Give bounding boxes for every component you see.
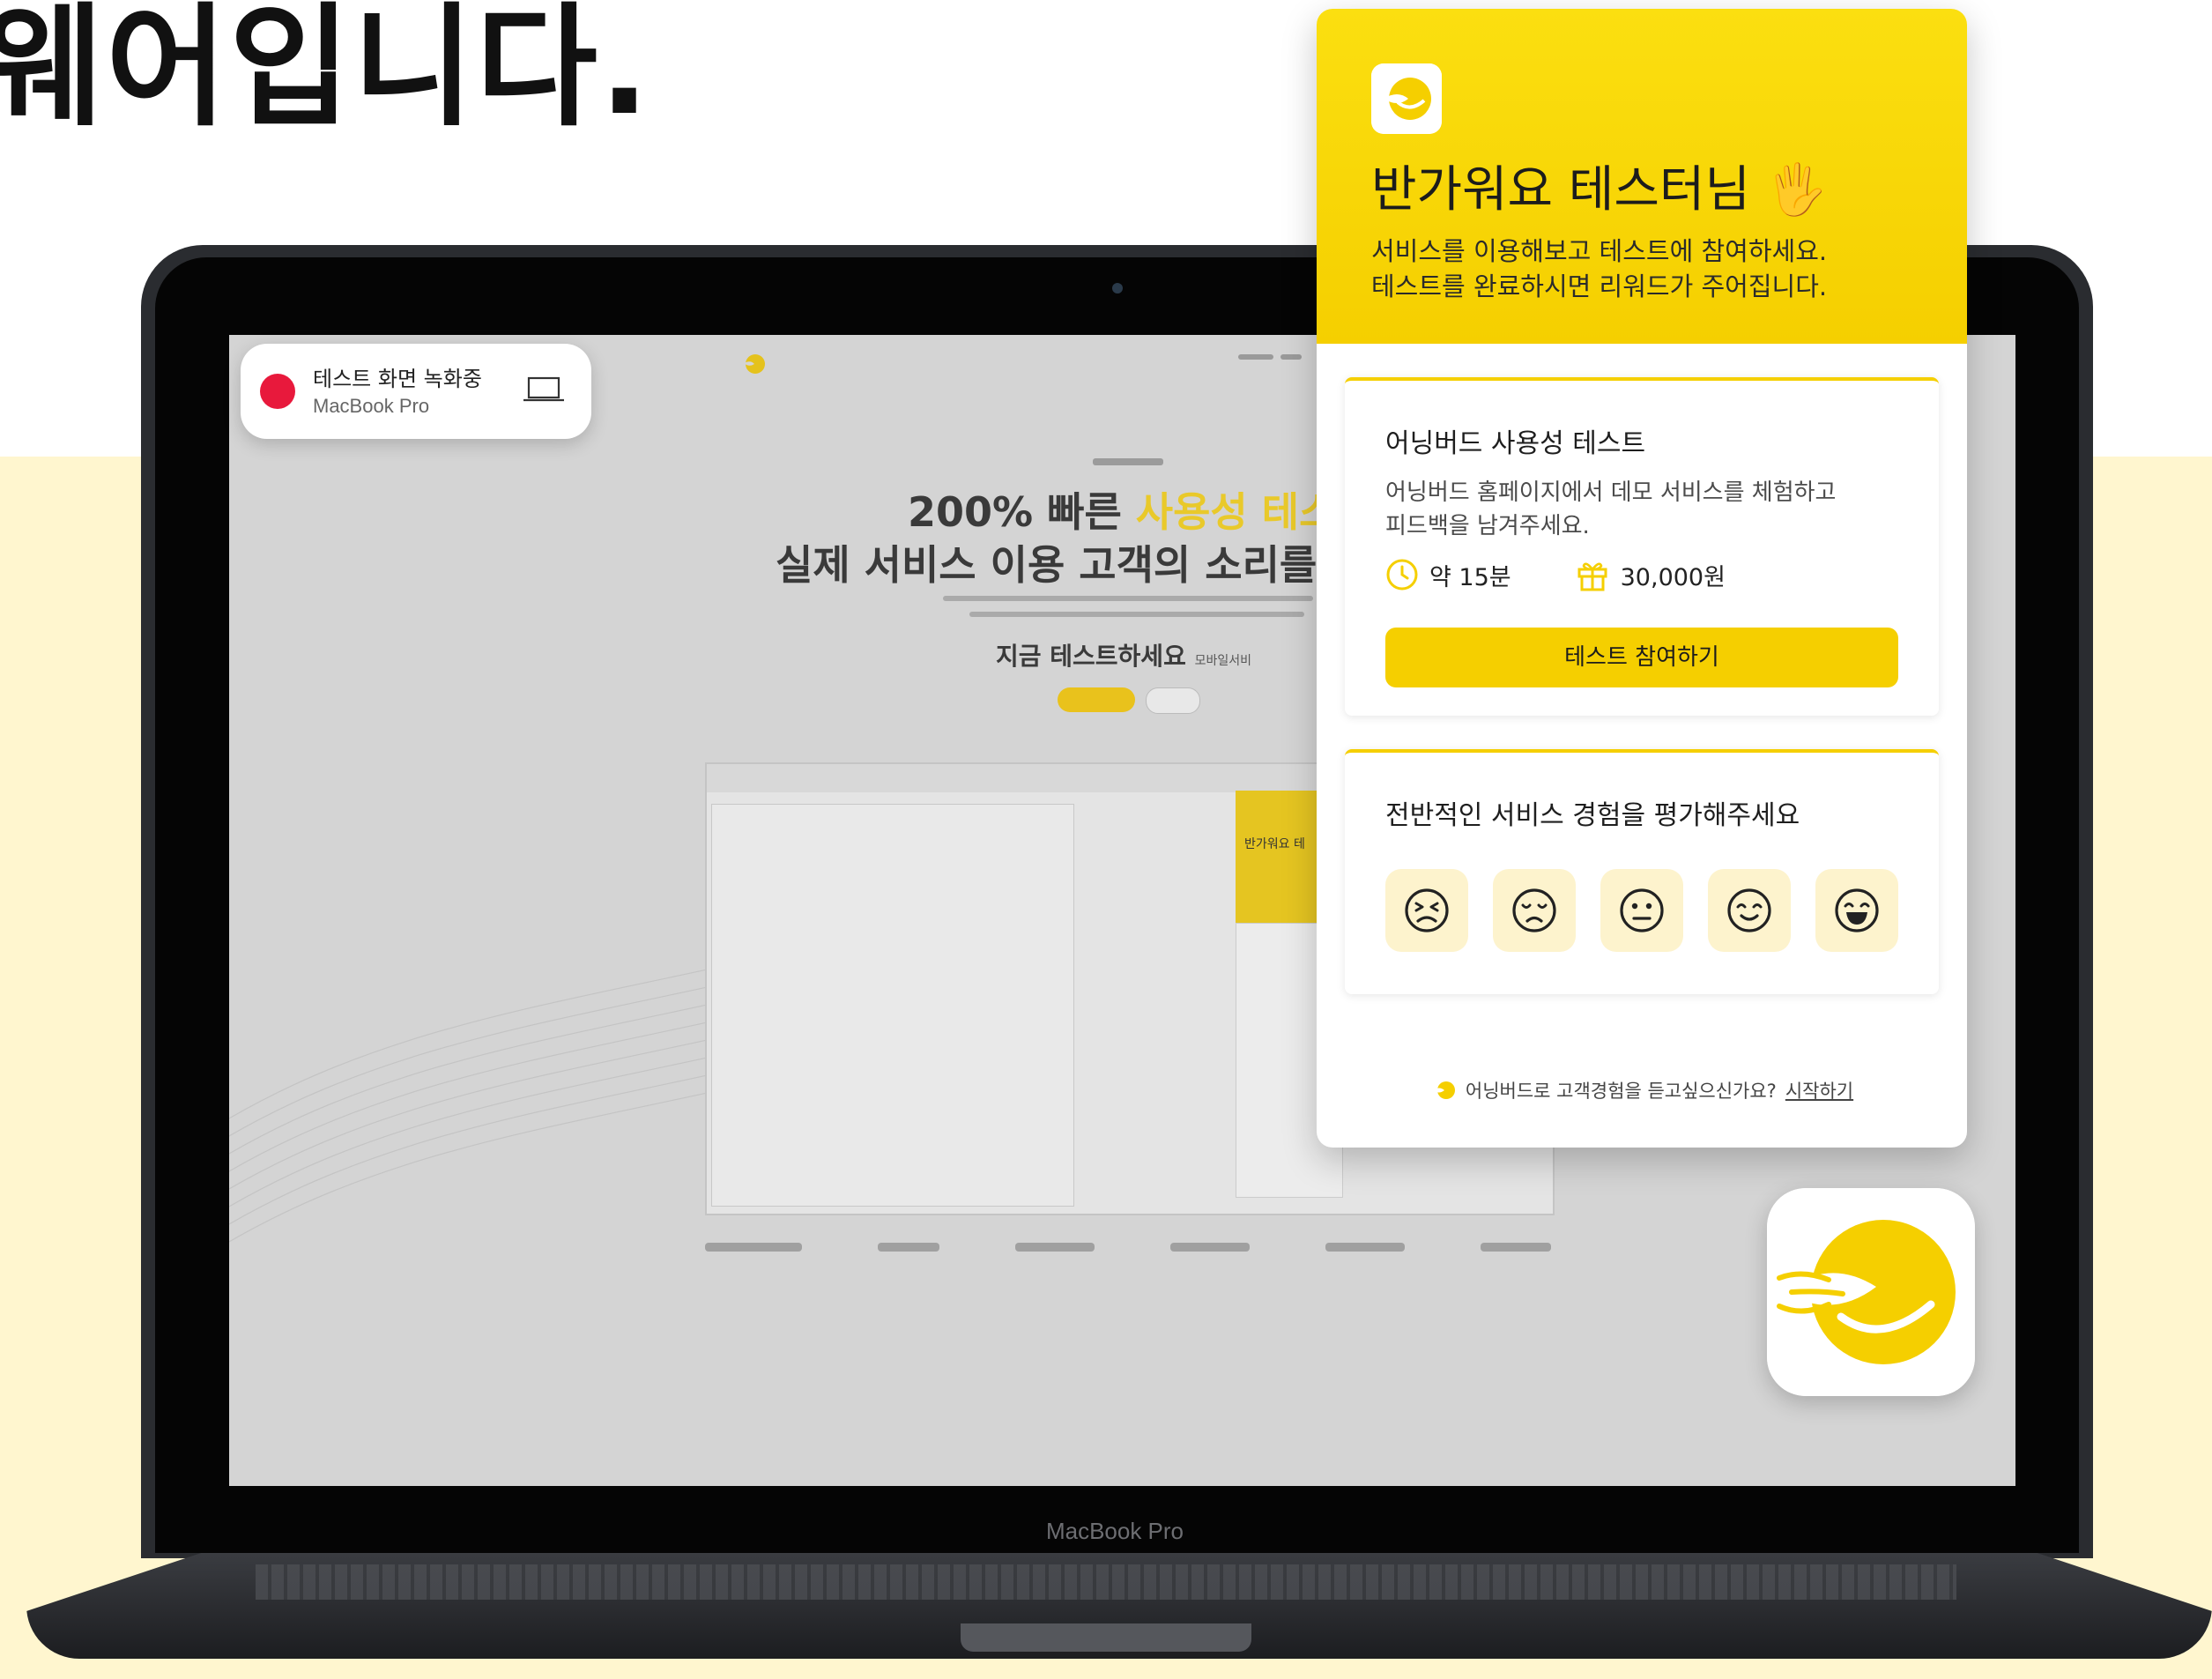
- test-card: 어닝버드 사용성 테스트 어닝버드 홈페이지에서 데모 서비스를 체험하고 피드…: [1345, 377, 1939, 716]
- site-cta-text: 지금 테스트하세요: [996, 642, 1186, 671]
- test-duration: 약 15분: [1385, 558, 1511, 592]
- test-card-title: 어닝버드 사용성 테스트: [1385, 428, 1646, 459]
- panel-description-line: 테스트를 완료하시면 리워드가 주어집니다.: [1371, 271, 1828, 301]
- partner-logo: [878, 1243, 939, 1252]
- rating-option-4[interactable]: [1708, 869, 1791, 952]
- site-nav: [1238, 354, 1309, 365]
- brand-mini-logo-icon: [1432, 1081, 1455, 1099]
- site-headline-highlight: 사용성 테스: [1135, 488, 1337, 536]
- sad-face-icon: [1512, 888, 1556, 932]
- grin-face-icon: [1835, 888, 1879, 932]
- camera-icon: [1112, 283, 1123, 293]
- site-headline-1: 200% 빠른 사용성 테스: [908, 480, 1336, 539]
- partner-logo: [705, 1243, 802, 1252]
- page-headline: 웨어입니다.: [0, 0, 651, 145]
- site-body-line: [943, 596, 1313, 601]
- gift-icon: [1577, 562, 1607, 591]
- tester-panel: 반가워요 테스터님 🖐 서비스를 이용해보고 테스트에 참여하세요. 테스트를 …: [1317, 9, 1967, 1148]
- site-partner-logos: [705, 1234, 1551, 1260]
- laptop-keyboard-edge: [256, 1564, 1956, 1600]
- partner-logo: [1325, 1243, 1405, 1252]
- rating-faces: [1385, 869, 1898, 952]
- rating-option-1[interactable]: [1385, 869, 1468, 952]
- laptop-notch: [961, 1623, 1251, 1652]
- brand-logo-icon: [1371, 63, 1442, 134]
- footer-text: 어닝버드로 고객경험을 듣고싶으신가요?: [1465, 1081, 1777, 1102]
- site-headline-prefix: 200% 빠른: [908, 488, 1122, 536]
- mockup-pane: [711, 804, 1074, 1207]
- test-card-description-line: 어닝버드 홈페이지에서 데모 서비스를 체험하고: [1385, 479, 1837, 506]
- smile-face-icon: [1727, 888, 1771, 932]
- site-headline-2: 실제 서비스 이용 고객의 소리를 수: [776, 541, 1369, 589]
- record-dot-icon: [260, 374, 295, 409]
- test-card-meta: 약 15분 30,000원: [1385, 557, 1726, 592]
- test-reward: 30,000원: [1575, 557, 1726, 592]
- clock-icon: [1386, 559, 1418, 591]
- test-card-description-line: 피드백을 남겨주세요.: [1385, 513, 1590, 539]
- recording-device: MacBook Pro: [313, 395, 430, 417]
- rating-card: 전반적인 서비스 경험을 평가해주세요: [1345, 749, 1939, 994]
- panel-footer: 어닝버드로 고객경험을 듣고싶으신가요? 시작하기: [1317, 1077, 1967, 1103]
- recording-title: 테스트 화면 녹화중: [313, 367, 482, 391]
- panel-description: 서비스를 이용해보고 테스트에 참여하세요. 테스트를 완료하시면 리워드가 주…: [1371, 234, 1827, 304]
- app-logo-icon: [1767, 1188, 1975, 1396]
- site-cta-heading: 지금 테스트하세요 모바일서비: [996, 637, 1251, 672]
- site-logo-icon: [744, 354, 765, 374]
- start-link[interactable]: 시작하기: [1785, 1077, 1853, 1103]
- partner-logo: [1170, 1243, 1250, 1252]
- laptop-icon: [523, 376, 564, 402]
- panel-header: 반가워요 테스터님 🖐 서비스를 이용해보고 테스트에 참여하세요. 테스트를 …: [1317, 9, 1967, 344]
- panel-description-line: 서비스를 이용해보고 테스트에 참여하세요.: [1371, 236, 1828, 266]
- join-test-button[interactable]: 테스트 참여하기: [1385, 628, 1898, 687]
- recording-indicator: 테스트 화면 녹화중 MacBook Pro: [241, 344, 591, 439]
- test-card-description: 어닝버드 홈페이지에서 데모 서비스를 체험하고 피드백을 남겨주세요.: [1385, 476, 1836, 543]
- site-body-line: [969, 612, 1304, 617]
- site-cta-small: 모바일서비: [1194, 654, 1251, 668]
- test-duration-text: 약 15분: [1429, 563, 1511, 591]
- angry-face-icon: [1405, 888, 1449, 932]
- rating-option-5[interactable]: [1815, 869, 1898, 952]
- site-tag: [1093, 458, 1163, 465]
- partner-logo: [1015, 1243, 1095, 1252]
- greeting-text: 반가워요 테스터님: [1371, 161, 1750, 219]
- neutral-face-icon: [1620, 888, 1664, 932]
- panel-greeting: 반가워요 테스터님 🖐: [1371, 150, 1828, 221]
- site-secondary-button[interactable]: [1146, 687, 1200, 714]
- partner-logo: [1481, 1243, 1551, 1252]
- site-primary-button[interactable]: [1058, 687, 1135, 712]
- rating-option-2[interactable]: [1493, 869, 1576, 952]
- site-nav-item[interactable]: [1238, 354, 1273, 360]
- wave-hand-icon: 🖐: [1765, 161, 1828, 219]
- rating-card-title: 전반적인 서비스 경험을 평가해주세요: [1385, 800, 1800, 831]
- site-nav-item[interactable]: [1280, 354, 1302, 360]
- laptop-model-label: MacBook Pro: [1045, 1518, 1184, 1544]
- test-reward-text: 30,000원: [1620, 563, 1726, 591]
- rating-option-3[interactable]: [1600, 869, 1683, 952]
